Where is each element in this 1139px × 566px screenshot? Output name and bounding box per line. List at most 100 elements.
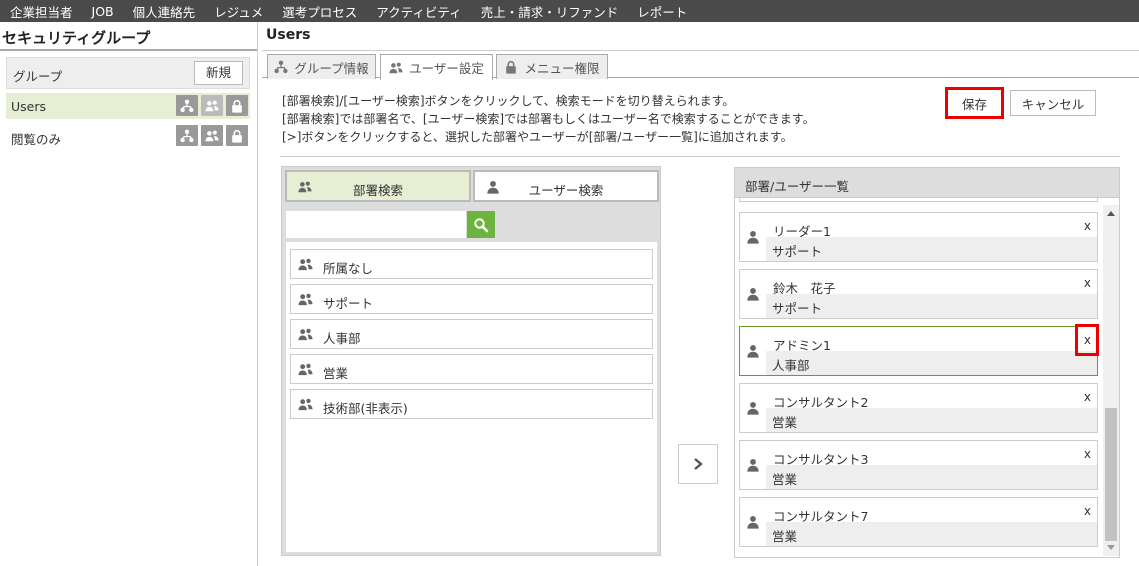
remove-button[interactable]: x <box>1084 276 1091 290</box>
tab-label: ユーザー検索 <box>528 183 604 198</box>
new-group-button[interactable]: 新規 <box>194 61 243 85</box>
department-item[interactable]: サポート <box>290 284 653 314</box>
department-item[interactable]: 技術部(非表示) <box>290 389 653 419</box>
nav-item-personal-contacts[interactable]: 個人連絡先 <box>133 2 196 21</box>
department-item[interactable]: 人事部 <box>290 319 653 349</box>
security-group-sidebar: セキュリティグループ グループ 新規 Users 閲覧のみ <box>0 22 258 566</box>
list-item <box>739 198 1098 202</box>
users-icon <box>298 362 313 377</box>
lock-icon <box>504 60 518 74</box>
save-button[interactable]: 保存 <box>945 87 1004 119</box>
tab-group-info[interactable]: グループ情報 <box>267 54 376 79</box>
nav-item-selection-process[interactable]: 選考プロセス <box>282 2 357 21</box>
assigned-list: リーダー1 サポート x 鈴木 花子 サポート x アドミン1 人事部 x コン… <box>734 198 1120 558</box>
department-item[interactable]: 所属なし <box>290 249 653 279</box>
department-name: 技術部(非表示) <box>323 401 408 416</box>
remove-button[interactable]: x <box>1084 390 1091 404</box>
assigned-list-header: 部署/ユーザー一覧 <box>734 167 1120 198</box>
users-icon[interactable] <box>201 125 223 146</box>
user-name: コンサルタント7 <box>766 498 1097 524</box>
list-item[interactable]: リーダー1 サポート x <box>739 212 1098 262</box>
add-to-list-button[interactable] <box>678 444 718 484</box>
user-department: サポート <box>766 237 1097 261</box>
department-name: 人事部 <box>323 331 361 346</box>
user-icon <box>746 287 760 301</box>
nav-item-sales-billing[interactable]: 売上・請求・リファンド <box>481 2 619 21</box>
user-name: リーダー1 <box>766 213 1097 239</box>
section-divider <box>280 156 1120 157</box>
sidebar-divider <box>0 49 257 51</box>
department-search-tab[interactable]: 部署検索 <box>285 170 471 202</box>
user-department: 営業 <box>766 522 1097 546</box>
user-icon <box>746 344 760 358</box>
list-item[interactable]: コンサルタント3 営業 x <box>739 440 1098 490</box>
group-header-label: グループ <box>13 69 63 84</box>
remove-button[interactable]: x <box>1084 447 1091 461</box>
nav-item-resume[interactable]: レジュメ <box>214 2 263 21</box>
lock-icon[interactable] <box>226 95 248 116</box>
user-search-tab[interactable]: ユーザー検索 <box>473 170 659 202</box>
department-name: 所属なし <box>323 261 374 276</box>
search-panel: 部署検索 ユーザー検索 所属なし サポート 人事部 営業 技術部(非表示) <box>281 166 661 556</box>
department-tree-icon[interactable] <box>176 95 198 116</box>
remove-highlight <box>1075 324 1099 356</box>
search-icon <box>474 217 489 232</box>
user-name: コンサルタント2 <box>766 384 1097 410</box>
nav-item-report[interactable]: レポート <box>637 2 687 21</box>
nav-item-company-contacts[interactable]: 企業担当者 <box>10 2 73 21</box>
list-item[interactable]: 鈴木 花子 サポート x <box>739 269 1098 319</box>
tab-label: 部署検索 <box>352 183 403 198</box>
lock-icon[interactable] <box>226 125 248 146</box>
user-icon <box>746 515 760 529</box>
group-name: 閲覧のみ <box>11 132 62 147</box>
department-item[interactable]: 営業 <box>290 354 653 384</box>
page-title: Users <box>266 27 311 43</box>
users-icon <box>298 292 313 307</box>
department-tree-icon[interactable] <box>176 125 198 146</box>
user-name: コンサルタント3 <box>766 441 1097 467</box>
users-icon <box>298 257 313 272</box>
list-item[interactable]: コンサルタント2 営業 x <box>739 383 1098 433</box>
tab-label: グループ情報 <box>294 60 369 76</box>
scroll-down-arrow[interactable] <box>1107 545 1115 550</box>
group-header: グループ 新規 <box>6 57 250 89</box>
group-name: Users <box>11 99 47 114</box>
sidebar-title: セキュリティグループ <box>2 29 151 47</box>
user-department: 営業 <box>766 408 1097 432</box>
instruction-line: [>]ボタンをクリックすると、選択した部署やユーザーが[部署/ユーザー一覧]に追… <box>282 130 793 144</box>
user-icon <box>746 401 760 415</box>
list-scrollbar[interactable] <box>1103 205 1119 556</box>
department-tree-icon <box>274 60 288 74</box>
tab-user-settings[interactable]: ユーザー設定 <box>380 54 493 80</box>
department-list: 所属なし サポート 人事部 営業 技術部(非表示) <box>286 242 657 552</box>
list-item[interactable]: コンサルタント7 営業 x <box>739 497 1098 547</box>
chevron-right-icon <box>694 458 703 470</box>
remove-button[interactable]: x <box>1084 504 1091 518</box>
assigned-list-title: 部署/ユーザー一覧 <box>745 179 849 194</box>
scroll-thumb[interactable] <box>1105 408 1117 541</box>
user-department: 人事部 <box>766 351 1097 375</box>
instructions: [部署検索]/[ユーザー検索]ボタンをクリックして、検索モードを切り替えられます… <box>282 92 815 146</box>
search-button[interactable] <box>467 211 495 238</box>
group-row-readonly[interactable]: 閲覧のみ <box>6 123 250 149</box>
search-input[interactable] <box>286 211 466 238</box>
tab-menu-permissions[interactable]: メニュー権限 <box>496 54 608 79</box>
instruction-line: [部署検索]/[ユーザー検索]ボタンをクリックして、検索モードを切り替えられます… <box>282 94 735 108</box>
user-department: 営業 <box>766 465 1097 489</box>
group-row-users[interactable]: Users <box>6 93 250 119</box>
nav-item-job[interactable]: JOB <box>92 4 114 19</box>
users-icon <box>298 327 313 342</box>
users-icon <box>298 397 313 412</box>
users-icon[interactable] <box>201 95 223 116</box>
scroll-up-arrow[interactable] <box>1107 211 1115 216</box>
settings-tabs: グループ情報 ユーザー設定 メニュー権限 <box>262 50 1139 80</box>
users-icon <box>389 61 403 75</box>
remove-button[interactable]: x <box>1084 219 1091 233</box>
tab-label: メニュー権限 <box>524 60 600 76</box>
user-icon <box>746 230 760 244</box>
cancel-button[interactable]: キャンセル <box>1010 90 1096 116</box>
user-name: アドミン1 <box>766 327 1097 353</box>
department-name: 営業 <box>323 366 349 381</box>
list-item[interactable]: アドミン1 人事部 x <box>739 326 1098 376</box>
nav-item-activity[interactable]: アクティビティ <box>376 2 461 21</box>
